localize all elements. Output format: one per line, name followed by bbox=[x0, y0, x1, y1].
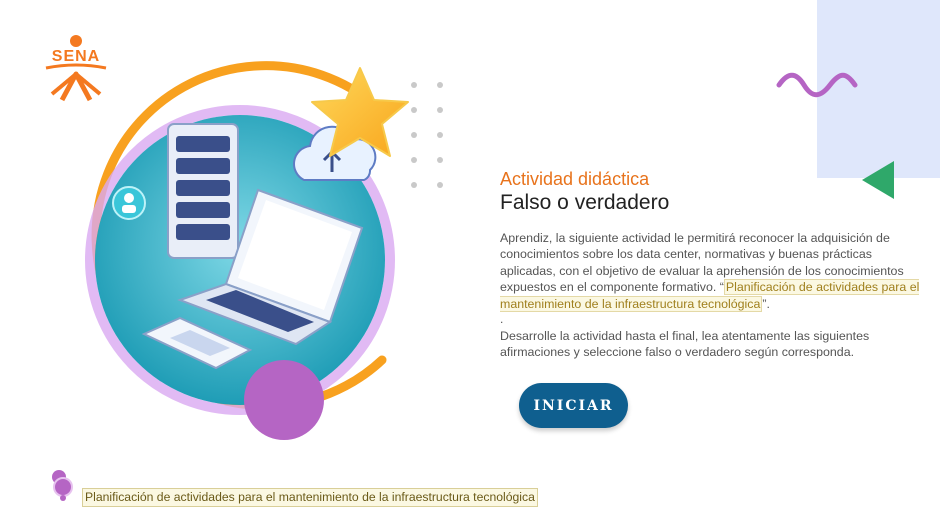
wave-decoration-icon bbox=[776, 72, 858, 98]
activity-description: Aprendiz, la siguiente actividad le perm… bbox=[500, 230, 920, 312]
start-button[interactable]: INICIAR bbox=[519, 383, 628, 428]
server-icon bbox=[167, 123, 239, 259]
activity-content: Actividad didáctica Falso o verdadero Ap… bbox=[500, 168, 920, 361]
pin-icon bbox=[52, 470, 73, 501]
activity-title: Falso o verdadero bbox=[500, 191, 670, 214]
dot-grid bbox=[411, 82, 443, 188]
separator-dot: . bbox=[500, 312, 504, 327]
activity-instructions: Desarrolle la actividad hasta el final, … bbox=[500, 329, 870, 360]
user-icon bbox=[112, 186, 146, 220]
description-closing: ”. bbox=[762, 296, 770, 311]
activity-subtitle: Actividad didáctica bbox=[500, 169, 650, 189]
footer-component-link[interactable]: Planificación de actividades para el man… bbox=[82, 488, 538, 507]
hero-illustration bbox=[85, 61, 443, 440]
purple-circle bbox=[244, 360, 324, 440]
